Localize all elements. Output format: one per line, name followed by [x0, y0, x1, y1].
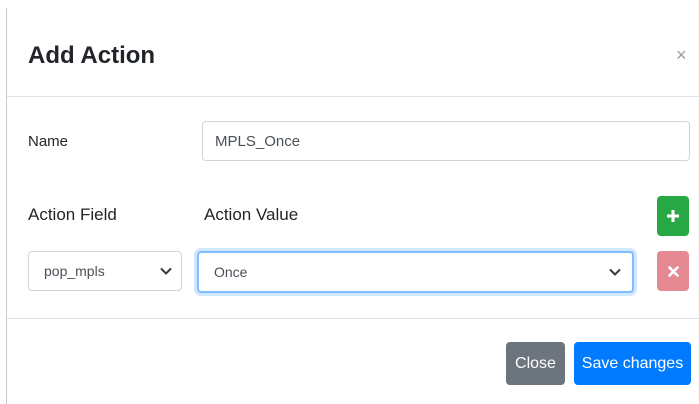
- chevron-down-icon: [609, 268, 621, 276]
- action-value-select[interactable]: Once: [197, 251, 634, 293]
- action-value-selected-value: Once: [214, 264, 248, 280]
- action-field-select[interactable]: pop_mpls: [28, 251, 182, 291]
- name-label: Name: [28, 133, 69, 150]
- action-value-label: Action Value: [204, 205, 299, 224]
- chevron-down-icon: [160, 267, 172, 275]
- remove-action-row-button[interactable]: [657, 251, 689, 291]
- save-changes-button[interactable]: Save changes: [574, 342, 691, 385]
- close-icon[interactable]: ×: [676, 44, 687, 66]
- plus-icon: [667, 210, 679, 222]
- add-action-modal: Add Action × Name Action Field Action Va…: [7, 0, 699, 404]
- name-input[interactable]: [202, 121, 690, 161]
- add-action-row-button[interactable]: [657, 196, 689, 236]
- action-field-label: Action Field: [28, 205, 117, 224]
- close-button[interactable]: Close: [506, 342, 565, 385]
- times-icon: [667, 265, 679, 277]
- modal-title: Add Action: [28, 42, 156, 69]
- modal-header: Add Action ×: [7, 0, 699, 97]
- modal-footer-divider: [7, 318, 699, 319]
- action-field-selected-value: pop_mpls: [44, 263, 105, 279]
